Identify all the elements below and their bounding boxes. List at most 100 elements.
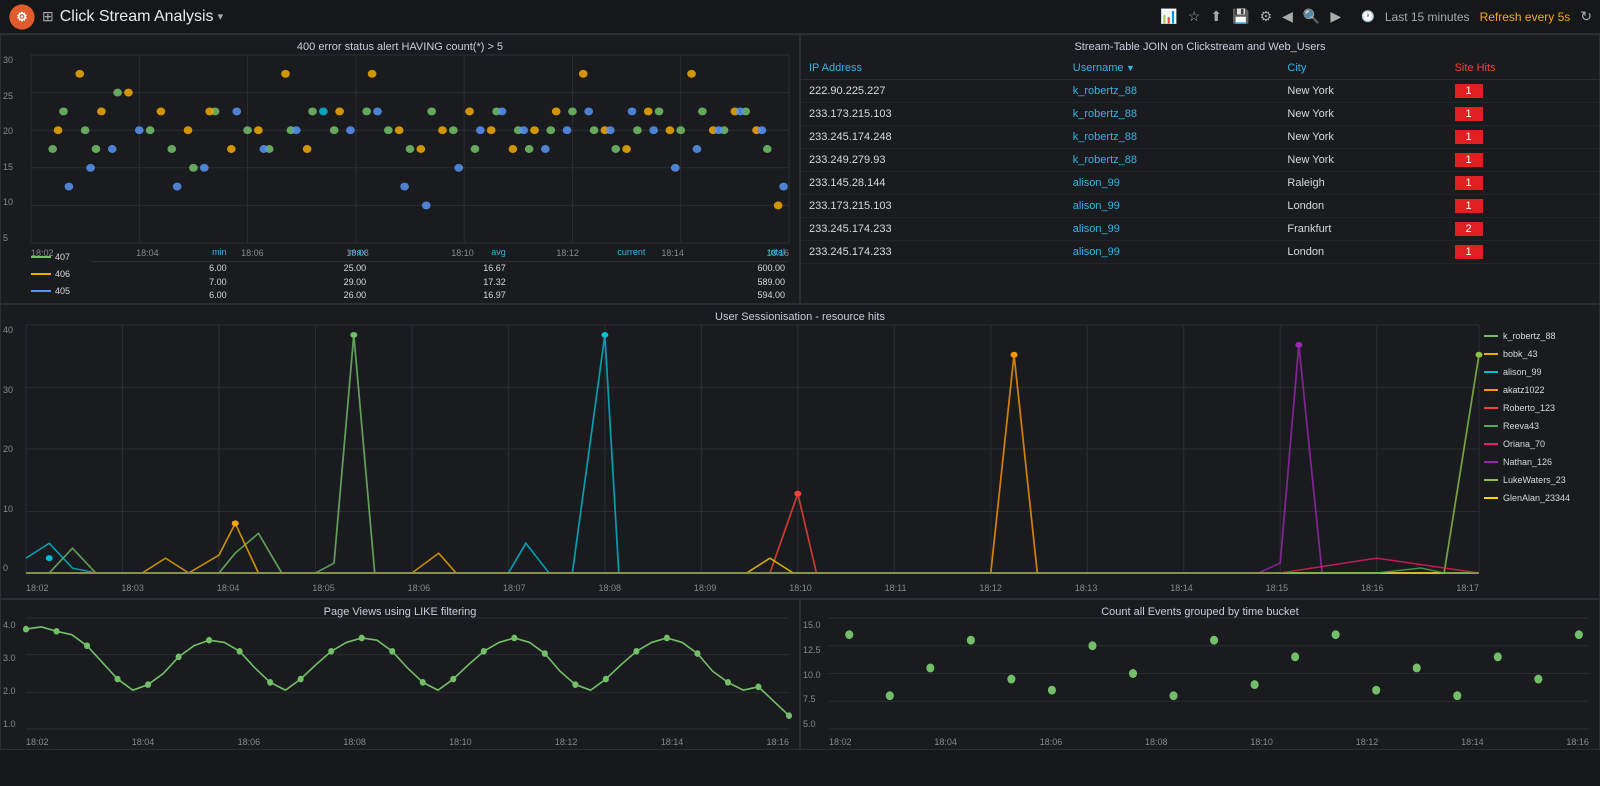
cell-ip: 233.173.215.103 bbox=[801, 195, 1065, 218]
line-chart-area bbox=[26, 325, 1479, 573]
table-body: 222.90.225.227 k_robertz_88 New York 1 2… bbox=[801, 80, 1599, 264]
table-row: 233.245.174.248 k_robertz_88 New York 1 bbox=[801, 126, 1599, 149]
legend-alison: alison_99 bbox=[1484, 363, 1594, 381]
nav-forward-icon[interactable]: ▶ bbox=[1330, 8, 1341, 25]
cell-city: New York bbox=[1279, 149, 1446, 172]
pageviews-chart bbox=[26, 618, 789, 729]
save-icon[interactable]: 💾 bbox=[1232, 8, 1249, 25]
legend-406: 406 bbox=[31, 269, 71, 279]
legend-oriana: Oriana_70 bbox=[1484, 435, 1594, 453]
panel-events: Count all Events grouped by time bucket … bbox=[800, 599, 1600, 750]
table-row: 233.145.28.144 alison_99 Raleigh 1 bbox=[801, 172, 1599, 195]
cell-username: alison_99 bbox=[1065, 218, 1280, 241]
line-x-axis: 18:02 18:03 18:04 18:05 18:06 18:07 18:0… bbox=[26, 583, 1479, 593]
scatter-y-axis: 30 25 20 15 10 5 bbox=[3, 55, 13, 243]
svg-text:⚙: ⚙ bbox=[16, 10, 27, 24]
cell-username: alison_99 bbox=[1065, 172, 1280, 195]
cell-username: alison_99 bbox=[1065, 241, 1280, 264]
events-x-axis: 18:02 18:04 18:06 18:08 18:10 18:12 18:1… bbox=[829, 737, 1589, 747]
legend-nathan: Nathan_126 bbox=[1484, 453, 1594, 471]
cell-hits: 1 bbox=[1447, 241, 1599, 264]
reload-icon[interactable]: ↻ bbox=[1580, 8, 1592, 25]
dashboard-grid: 400 error status alert HAVING count(*) >… bbox=[0, 34, 1600, 786]
scatter-chart-area bbox=[31, 55, 789, 243]
line-chart-legend: k_robertz_88 bobk_43 alison_99 akatz1022… bbox=[1484, 327, 1594, 507]
panel-pageviews: Page Views using LIKE filtering 4.0 3.0 … bbox=[0, 599, 800, 750]
cell-ip: 233.145.28.144 bbox=[801, 172, 1065, 195]
panel-table-title: Stream-Table JOIN on Clickstream and Web… bbox=[801, 35, 1599, 55]
legend-luke: LukeWaters_23 bbox=[1484, 471, 1594, 489]
cell-ip: 233.245.174.248 bbox=[801, 126, 1065, 149]
cell-hits: 1 bbox=[1447, 149, 1599, 172]
table-row: 233.245.174.233 alison_99 Frankfurt 2 bbox=[801, 218, 1599, 241]
legend-407: 407 bbox=[31, 252, 71, 262]
cell-username: k_robertz_88 bbox=[1065, 103, 1280, 126]
cell-ip: 233.245.174.233 bbox=[801, 218, 1065, 241]
cell-hits: 1 bbox=[1447, 80, 1599, 103]
cell-hits: 1 bbox=[1447, 172, 1599, 195]
cell-city: New York bbox=[1279, 126, 1446, 149]
legend-akatz: akatz1022 bbox=[1484, 381, 1594, 399]
cell-city: New York bbox=[1279, 80, 1446, 103]
legend-reeva: Reeva43 bbox=[1484, 417, 1594, 435]
cell-hits: 2 bbox=[1447, 218, 1599, 241]
cell-username: k_robertz_88 bbox=[1065, 80, 1280, 103]
col-ip[interactable]: IP Address bbox=[801, 57, 1065, 80]
search-time-icon[interactable]: 🔍 bbox=[1303, 8, 1320, 25]
cell-ip: 233.245.174.233 bbox=[801, 241, 1065, 264]
dashboard-title: Click Stream Analysis bbox=[60, 8, 214, 26]
panel-scatter-title: 400 error status alert HAVING count(*) >… bbox=[1, 35, 799, 55]
panel-line: User Sessionisation - resource hits 40 3… bbox=[0, 304, 1600, 599]
legend-glen: GlenAlan_23344 bbox=[1484, 489, 1594, 507]
legend-405: 405 bbox=[31, 286, 71, 296]
events-y-axis: 15.0 12.5 10.0 7.5 5.0 bbox=[803, 620, 821, 729]
table-row: 233.173.215.103 alison_99 London 1 bbox=[801, 195, 1599, 218]
pageviews-x-axis: 18:02 18:04 18:06 18:08 18:10 18:12 18:1… bbox=[26, 737, 789, 747]
cell-hits: 1 bbox=[1447, 103, 1599, 126]
cell-username: alison_99 bbox=[1065, 195, 1280, 218]
panel-scatter: 400 error status alert HAVING count(*) >… bbox=[0, 34, 800, 304]
star-icon[interactable]: ☆ bbox=[1188, 8, 1201, 25]
cell-username: k_robertz_88 bbox=[1065, 126, 1280, 149]
grafana-logo: ⚙ bbox=[8, 3, 36, 31]
legend-roberto: Roberto_123 bbox=[1484, 399, 1594, 417]
cell-ip: 222.90.225.227 bbox=[801, 80, 1065, 103]
panel-events-title: Count all Events grouped by time bucket bbox=[801, 600, 1599, 620]
panel-pageviews-title: Page Views using LIKE filtering bbox=[1, 600, 799, 620]
time-range-label[interactable]: Last 15 minutes bbox=[1385, 10, 1470, 24]
cell-username: k_robertz_88 bbox=[1065, 149, 1280, 172]
cell-city: Frankfurt bbox=[1279, 218, 1446, 241]
cell-hits: 1 bbox=[1447, 195, 1599, 218]
cell-hits: 1 bbox=[1447, 126, 1599, 149]
cell-city: London bbox=[1279, 241, 1446, 264]
table-row: 233.173.215.103 k_robertz_88 New York 1 bbox=[801, 103, 1599, 126]
panel-line-title: User Sessionisation - resource hits bbox=[1, 305, 1599, 325]
share-icon[interactable]: ⬆ bbox=[1210, 8, 1222, 25]
legend-bobk: bobk_43 bbox=[1484, 345, 1594, 363]
table-row: 233.249.279.93 k_robertz_88 New York 1 bbox=[801, 149, 1599, 172]
refresh-interval-label[interactable]: Refresh every 5s bbox=[1480, 10, 1571, 24]
clock-icon: 🕐 bbox=[1361, 10, 1375, 23]
cell-ip: 233.173.215.103 bbox=[801, 103, 1065, 126]
table-row: 222.90.225.227 k_robertz_88 New York 1 bbox=[801, 80, 1599, 103]
topbar: ⚙ ⊞ Click Stream Analysis ▾ 📊 ☆ ⬆ 💾 ⚙ ◀ … bbox=[0, 0, 1600, 34]
stream-table: IP Address Username City Site Hits 222.9… bbox=[801, 57, 1599, 303]
col-city[interactable]: City bbox=[1279, 57, 1446, 80]
line-y-axis: 40 30 20 10 0 bbox=[3, 325, 13, 573]
grid-icon: ⊞ bbox=[42, 8, 54, 25]
pageviews-y-axis: 4.0 3.0 2.0 1.0 bbox=[3, 620, 16, 729]
col-hits[interactable]: Site Hits bbox=[1447, 57, 1599, 80]
panel-table: Stream-Table JOIN on Clickstream and Web… bbox=[800, 34, 1600, 304]
nav-back-icon[interactable]: ◀ bbox=[1282, 8, 1293, 25]
cell-city: London bbox=[1279, 195, 1446, 218]
events-chart bbox=[829, 618, 1589, 729]
cell-city: Raleigh bbox=[1279, 172, 1446, 195]
settings-icon[interactable]: ⚙ bbox=[1260, 8, 1273, 25]
table-row: 233.245.174.233 alison_99 London 1 bbox=[801, 241, 1599, 264]
topbar-actions: 📊 ☆ ⬆ 💾 ⚙ ◀ 🔍 ▶ 🕐 Last 15 minutes Refres… bbox=[1160, 8, 1592, 25]
col-username[interactable]: Username bbox=[1065, 57, 1280, 80]
cell-ip: 233.249.279.93 bbox=[801, 149, 1065, 172]
chart-icon[interactable]: 📊 bbox=[1160, 8, 1177, 25]
title-dropdown-icon[interactable]: ▾ bbox=[218, 10, 224, 23]
cell-city: New York bbox=[1279, 103, 1446, 126]
